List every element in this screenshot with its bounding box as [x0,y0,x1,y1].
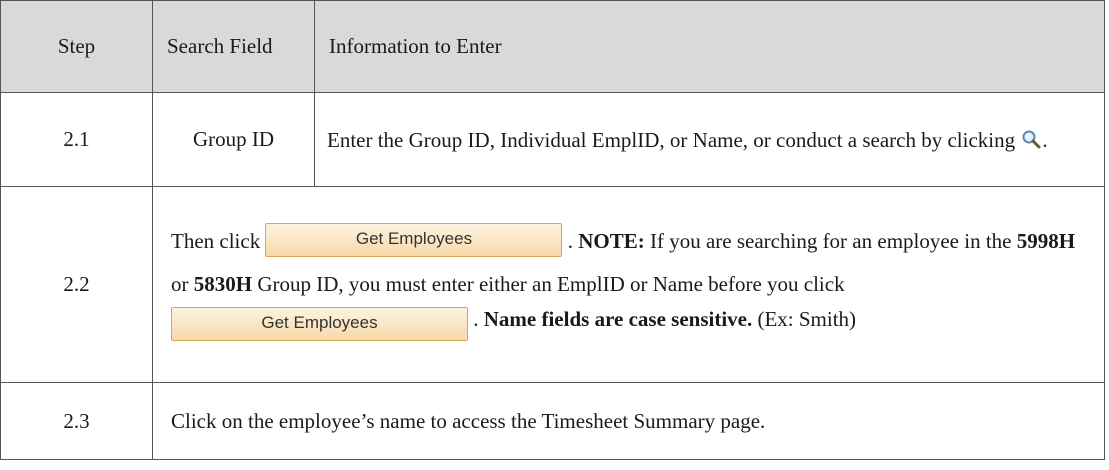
get-employees-button[interactable]: Get Employees [265,223,563,257]
table-row: 2.3 Click on the employee’s name to acce… [0,382,1105,460]
search-field-name: Group ID [152,92,315,187]
note-text: or [171,272,189,296]
table-row: 2.2 Then click Get Employees . NOTE: If … [0,186,1105,383]
dot-separator: . [567,229,573,253]
table-row: 2.1 Group ID Enter the Group ID, Individ… [0,92,1105,187]
note-label: NOTE: [578,229,645,253]
instruction-text: Enter the Group ID, Individual EmplID, o… [327,127,1016,152]
note-text: Group ID, you must enter either an EmplI… [257,272,845,296]
magnifier-icon[interactable] [1020,128,1042,150]
step-number: 2.1 [0,92,153,187]
step-instructions: Enter the Group ID, Individual EmplID, o… [314,92,1105,187]
instruction-text-end: . [1042,127,1048,152]
header-information: Information to Enter [314,0,1105,93]
note-text: If you are searching for an employee in … [649,229,1012,253]
dot-separator: . [473,307,479,331]
step-number: 2.3 [0,382,153,460]
instruction-text: Then click [171,229,261,253]
group-id-code: 5830H [193,272,253,296]
header-step: Step [0,0,153,93]
group-id-code: 5998H [1016,229,1076,253]
step-instructions: Then click Get Employees . NOTE: If you … [152,186,1105,383]
instruction-table: Step Search Field Information to Enter 2… [0,0,1105,460]
case-sensitivity-note: Name fields are case sensitive. [483,307,753,331]
table-header-row: Step Search Field Information to Enter [0,0,1105,93]
get-employees-button[interactable]: Get Employees [171,307,468,341]
header-search-field: Search Field [152,0,315,93]
step-number: 2.2 [0,186,153,383]
example-text: (Ex: Smith) [757,307,857,331]
step-instructions: Click on the employee’s name to access t… [152,382,1105,460]
